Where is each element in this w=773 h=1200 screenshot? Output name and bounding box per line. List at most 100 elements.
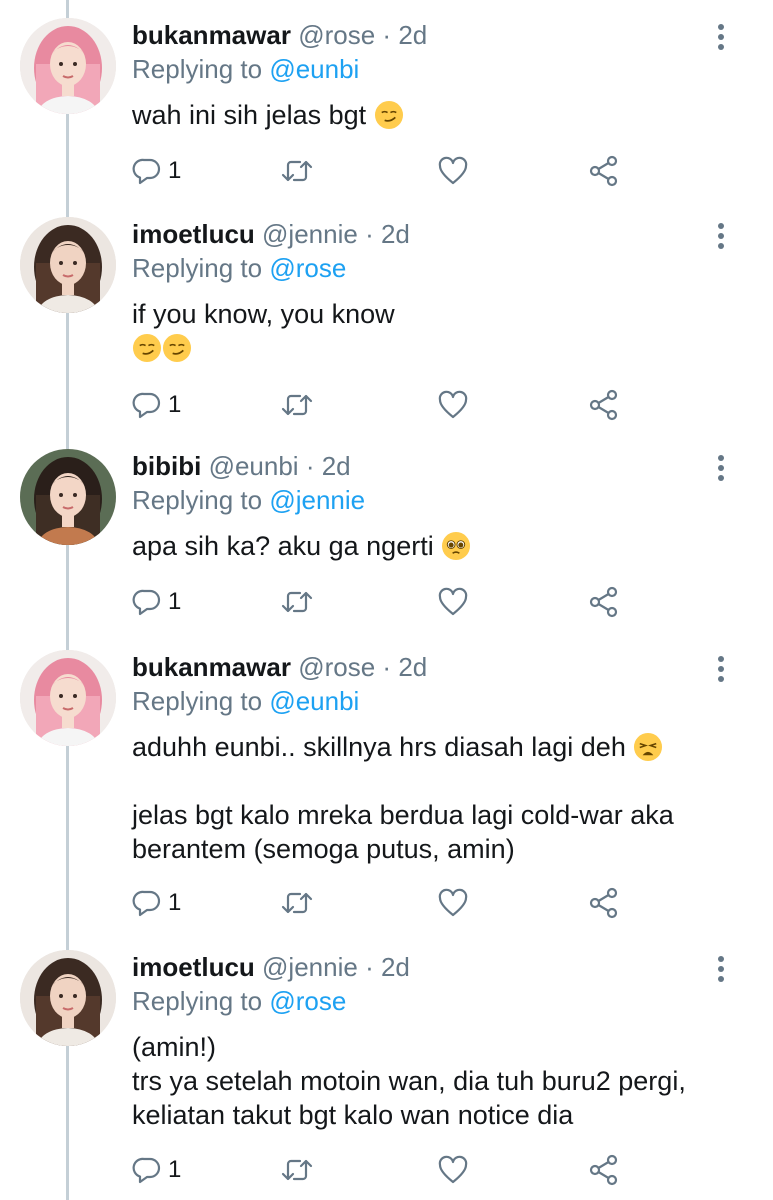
avatar[interactable]: [20, 217, 116, 313]
share-button[interactable]: [588, 1152, 620, 1188]
reply-button[interactable]: 1: [132, 584, 181, 620]
share-icon: [588, 389, 620, 421]
retweet-icon: [280, 1155, 314, 1185]
reply-button[interactable]: 1: [132, 1152, 181, 1188]
separator-dot: ·: [365, 219, 374, 249]
tweet-body: (amin!) trs ya setelah motoin wan, dia tu…: [132, 1030, 733, 1132]
retweet-icon: [280, 587, 314, 617]
share-button[interactable]: [588, 885, 620, 921]
user-handle[interactable]: @eunbi: [209, 451, 299, 481]
replying-to-label: Replying to: [132, 485, 263, 515]
reply-button[interactable]: 1: [132, 153, 181, 189]
mention-link[interactable]: @eunbi: [269, 686, 359, 716]
tweet-text-line: apa sih ka? aku ga ngerti: [132, 529, 733, 563]
tweet-actions: 1: [132, 153, 652, 189]
heart-icon: [437, 587, 469, 617]
retweet-button[interactable]: [280, 153, 314, 189]
user-handle[interactable]: @jennie: [262, 952, 358, 982]
share-button[interactable]: [588, 153, 620, 189]
display-name[interactable]: bukanmawar: [132, 20, 291, 50]
tweet-body: apa sih ka? aku ga ngerti: [132, 529, 733, 563]
display-name[interactable]: bukanmawar: [132, 652, 291, 682]
mention-link[interactable]: @rose: [269, 253, 346, 283]
tweet-header: bibibi @eunbi · 2d: [132, 449, 713, 483]
like-button[interactable]: [437, 885, 469, 921]
avatar[interactable]: [20, 18, 116, 114]
reply-icon: [132, 1155, 162, 1185]
replying-to: Replying to @jennie: [132, 483, 365, 517]
display-name[interactable]: imoetlucu: [132, 219, 255, 249]
separator-dot: ·: [365, 952, 374, 982]
replying-to-label: Replying to: [132, 686, 263, 716]
retweet-icon: [280, 390, 314, 420]
share-icon: [588, 887, 620, 919]
reply-count: 1: [168, 157, 182, 184]
timestamp[interactable]: 2d: [381, 952, 410, 982]
avatar[interactable]: [20, 449, 116, 545]
like-button[interactable]: [437, 387, 469, 423]
heart-icon: [437, 888, 469, 918]
retweet-button[interactable]: [280, 584, 314, 620]
reply-icon: [132, 888, 162, 918]
replying-to: Replying to @eunbi: [132, 52, 359, 86]
tweet-text-line: keliatan takut bgt kalo wan notice dia: [132, 1100, 574, 1130]
avatar[interactable]: [20, 650, 116, 746]
reply-tweet[interactable]: imoetlucu @jennie · 2d Replying to @rose…: [0, 950, 773, 1192]
tweet-header: imoetlucu @jennie · 2d: [132, 217, 713, 251]
reply-tweet[interactable]: bukanmawar @rose · 2d Replying to @eunbi…: [0, 650, 773, 925]
timestamp[interactable]: 2d: [398, 20, 427, 50]
user-handle[interactable]: @jennie: [262, 219, 358, 249]
tweet-body: wah ini sih jelas bgt: [132, 98, 733, 132]
tweet-header: imoetlucu @jennie · 2d: [132, 950, 713, 984]
display-name[interactable]: bibibi: [132, 451, 201, 481]
display-name[interactable]: imoetlucu: [132, 952, 255, 982]
reply-tweet[interactable]: bibibi @eunbi · 2d Replying to @jennie a…: [0, 449, 773, 624]
more-vertical-icon[interactable]: [713, 22, 729, 56]
timestamp[interactable]: 2d: [398, 652, 427, 682]
retweet-button[interactable]: [280, 1152, 314, 1188]
avatar[interactable]: [20, 950, 116, 1046]
mention-link[interactable]: @jennie: [269, 485, 365, 515]
tweet-text-line: [132, 331, 733, 365]
separator-dot: ·: [305, 451, 315, 481]
separator-dot: ·: [382, 652, 392, 682]
heart-icon: [437, 1155, 469, 1185]
replying-to-label: Replying to: [132, 54, 263, 84]
user-handle[interactable]: @rose: [298, 652, 375, 682]
timestamp[interactable]: 2d: [381, 219, 410, 249]
timestamp[interactable]: 2d: [322, 451, 351, 481]
retweet-button[interactable]: [280, 387, 314, 423]
share-button[interactable]: [588, 584, 620, 620]
mention-link[interactable]: @eunbi: [269, 54, 359, 84]
share-button[interactable]: [588, 387, 620, 423]
retweet-icon: [280, 888, 314, 918]
reply-count: 1: [168, 588, 182, 615]
more-vertical-icon[interactable]: [713, 221, 729, 255]
pleading-emoji-icon: [441, 531, 471, 561]
reply-count: 1: [168, 391, 182, 418]
more-vertical-icon[interactable]: [713, 954, 729, 988]
reply-tweet[interactable]: imoetlucu @jennie · 2d Replying to @rose…: [0, 217, 773, 427]
reply-icon: [132, 587, 162, 617]
retweet-button[interactable]: [280, 885, 314, 921]
replying-to: Replying to @rose: [132, 984, 346, 1018]
like-button[interactable]: [437, 584, 469, 620]
reply-button[interactable]: 1: [132, 885, 181, 921]
share-icon: [588, 1154, 620, 1186]
tweet-actions: 1: [132, 387, 652, 423]
user-handle[interactable]: @rose: [298, 20, 375, 50]
mention-link[interactable]: @rose: [269, 986, 346, 1016]
reply-icon: [132, 390, 162, 420]
reply-button[interactable]: 1: [132, 387, 181, 423]
separator-dot: ·: [382, 20, 392, 50]
reply-icon: [132, 156, 162, 186]
like-button[interactable]: [437, 153, 469, 189]
more-vertical-icon[interactable]: [713, 654, 729, 688]
weary-emoji-icon: [633, 732, 663, 762]
reply-tweet[interactable]: bukanmawar @rose · 2d Replying to @eunbi…: [0, 18, 773, 193]
reply-count: 1: [168, 1156, 182, 1183]
more-vertical-icon[interactable]: [713, 453, 729, 487]
like-button[interactable]: [437, 1152, 469, 1188]
heart-icon: [437, 156, 469, 186]
share-icon: [588, 586, 620, 618]
